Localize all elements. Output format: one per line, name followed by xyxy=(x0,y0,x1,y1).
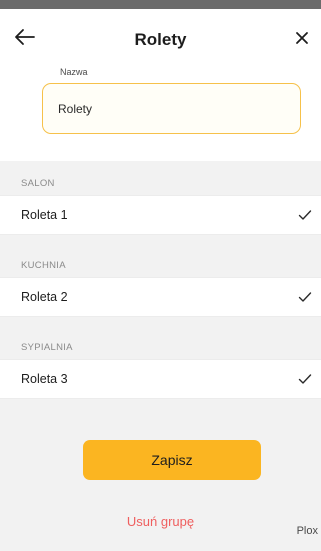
checkmark-icon xyxy=(298,374,312,384)
close-icon[interactable] xyxy=(293,29,311,47)
section-header-sypialnia: SYPIALNIA xyxy=(21,342,73,353)
page-title: Rolety xyxy=(134,30,187,49)
checkmark-icon xyxy=(298,292,312,302)
section-header-salon: SALON xyxy=(21,178,55,189)
section-header-kuchnia: KUCHNIA xyxy=(21,260,66,271)
watermark-text: Plox xyxy=(296,525,318,537)
arrow-left-icon[interactable] xyxy=(14,27,36,47)
room-row-roleta-2[interactable]: Roleta 2 xyxy=(0,277,321,317)
app-header: Rolety xyxy=(0,9,321,68)
device-label: Roleta 2 xyxy=(21,290,68,304)
group-name-input[interactable] xyxy=(42,83,301,134)
name-field-label: Nazwa xyxy=(60,67,88,77)
delete-group-button[interactable]: Usuń grupę xyxy=(0,514,321,529)
status-strip xyxy=(0,0,321,9)
device-label: Roleta 1 xyxy=(21,208,68,222)
room-row-roleta-3[interactable]: Roleta 3 xyxy=(0,359,321,399)
device-label: Roleta 3 xyxy=(21,372,68,386)
checkmark-icon xyxy=(298,210,312,220)
save-button[interactable]: Zapisz xyxy=(83,440,261,480)
room-row-roleta-1[interactable]: Roleta 1 xyxy=(0,195,321,235)
name-section: Nazwa xyxy=(0,67,321,161)
